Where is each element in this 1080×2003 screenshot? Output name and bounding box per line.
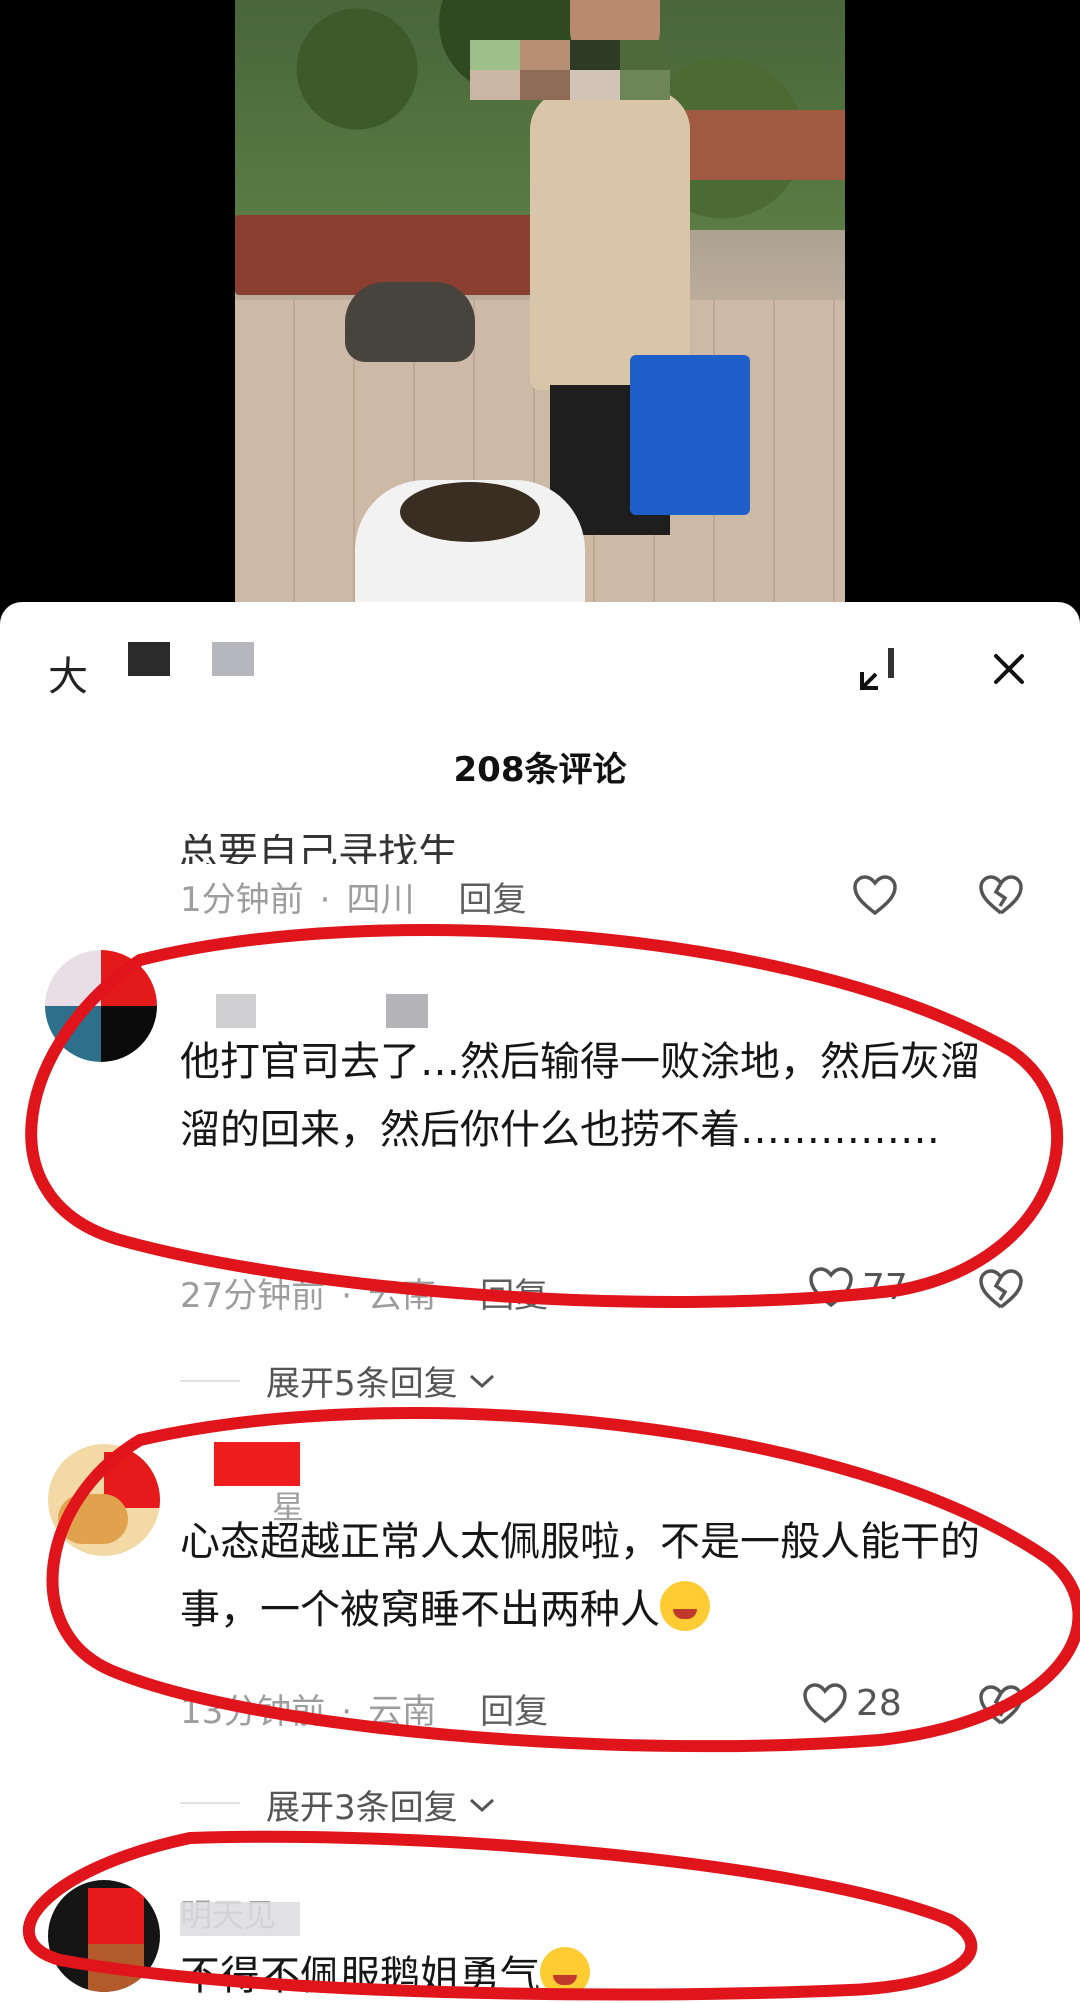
comment-location: 四川 [346,880,415,920]
video-frame [235,0,845,610]
dislike-button[interactable] [978,874,1024,916]
video-player[interactable] [0,0,1080,610]
reply-button[interactable]: 回复 [480,1276,548,1316]
comment-time: 27分钟前 [180,1276,326,1316]
redacted-name-block [212,642,254,676]
heart-icon [803,1683,847,1724]
heart-icon [853,875,897,916]
shushing-face-emoji [540,1947,590,1997]
comment-count-title: 208条评论 [453,750,627,790]
expand-replies-button[interactable]: 展开5条回复 [266,1356,496,1405]
like-count: 77 [862,1266,908,1308]
reply-button[interactable]: 回复 [480,1692,548,1732]
comment-location: 云南 [368,1692,437,1732]
comment-meta: 27分钟前 · 云南 回复 [180,1276,549,1316]
broken-heart-icon [979,875,1023,915]
avatar[interactable] [45,950,157,1062]
author-name[interactable]: 大 [48,644,88,702]
comments-sheet: 大 208条评论 总要自己寻找生 1分钟前 · 四川 回复 他打官司去了…然后输… [0,602,1080,2003]
redacted-nickname [386,994,428,1028]
like-button[interactable] [852,874,898,916]
divider [180,1380,240,1382]
expand-icon[interactable] [858,646,904,692]
comment-text: 他打官司去了…然后输得一败涂地，然后灰溜溜的回来，然后你什么也捞不着…………… [180,1039,980,1153]
comment-text-partial: 总要自己寻找生 [178,834,458,864]
like-button[interactable]: 77 [808,1266,908,1308]
redacted-nickname [216,994,256,1028]
redacted-nickname [214,1442,300,1486]
chevron-down-icon [469,1374,494,1388]
dislike-button[interactable] [978,1684,1024,1726]
broken-heart-icon [979,1269,1023,1309]
rolling-laughing-emoji [660,1581,710,1631]
expand-replies-button[interactable]: 展开3条回复 [266,1780,496,1829]
sheet-header: 大 [0,602,1080,712]
redacted-nickname [180,1902,300,1936]
comment-text: 不得不佩服鹅姐勇气 [180,1942,1000,2003]
reply-button[interactable]: 回复 [458,880,526,920]
comment-location: 云南 [368,1276,437,1316]
redacted-name-block [128,642,170,676]
broken-heart-icon [979,1685,1023,1725]
comment-time: 1分钟前 [180,880,304,920]
chevron-down-icon [469,1798,494,1812]
heart-icon [809,1267,853,1308]
comment-meta: 13分钟前 · 云南 回复 [180,1692,549,1732]
dislike-button[interactable] [978,1268,1024,1310]
comment-text: 心态超越正常人太佩服啦，不是一般人能干的事，一个被窝睡不出两种人 [180,1519,980,1633]
like-button[interactable]: 28 [802,1682,902,1724]
face-mosaic [470,40,670,100]
like-count: 28 [856,1682,902,1724]
comment-meta: 1分钟前 · 四川 回复 [180,880,527,920]
divider [180,1802,240,1804]
avatar[interactable] [48,1444,160,1556]
comment-time: 13分钟前 [180,1692,326,1732]
close-icon[interactable] [986,646,1032,692]
avatar[interactable] [48,1880,160,1992]
